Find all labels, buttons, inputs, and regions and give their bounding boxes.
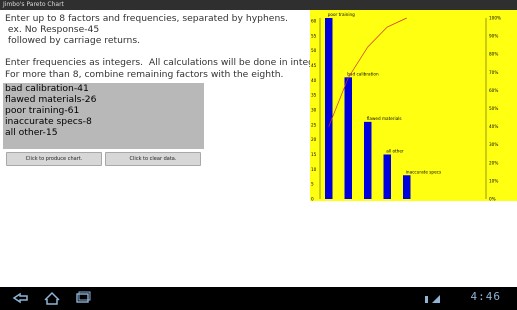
app-content: Enter up to 8 factors and frequencies, s… — [0, 10, 517, 287]
instruction-line: Enter up to 8 factors and frequencies, s… — [5, 13, 288, 24]
right-tick-label: 100% — [489, 16, 501, 21]
instruction-line: Enter frequencies as integers. All calcu… — [5, 57, 332, 68]
left-tick-label: 45 — [311, 63, 317, 68]
left-tick-label: 15 — [311, 152, 317, 157]
instruction-line: For more than 8, combine remaining facto… — [5, 69, 284, 80]
left-tick-label: 40 — [311, 78, 317, 83]
instruction-line: followed by carriage returns. — [5, 35, 141, 46]
window-titlebar: Jimbo's Pareto Chart — [0, 0, 517, 10]
right-tick-label: 70% — [489, 70, 498, 75]
instruction-line: ex. No Response-45 — [5, 24, 100, 35]
bar-label: flawed materials — [367, 116, 402, 121]
bar-label: poor training — [328, 12, 355, 17]
right-tick-label: 10% — [489, 178, 498, 183]
battery-icon — [425, 296, 428, 303]
pareto-bar — [325, 18, 333, 199]
right-tick-label: 30% — [489, 142, 498, 147]
pareto-chart: 60 55 50 45 40 35 30 25 20 15 10 5 0 100% 90% 80% 70% 60%… — [310, 10, 517, 201]
left-tick-label: 5 — [311, 182, 314, 187]
back-icon[interactable] — [10, 287, 30, 310]
right-tick-label: 0% — [489, 197, 496, 202]
recent-apps-icon[interactable] — [73, 287, 93, 310]
produce-chart-button[interactable]: Click to produce chart. — [6, 152, 102, 166]
window-title: Jimbo's Pareto Chart — [3, 1, 64, 8]
entry-line: all other-15 — [5, 127, 58, 138]
system-navigation-bar: 4:46 — [0, 287, 517, 310]
right-tick-label: 20% — [489, 160, 498, 165]
pareto-bar — [364, 121, 372, 199]
pareto-bar — [344, 77, 352, 199]
left-tick-label: 20 — [311, 137, 317, 142]
left-tick-label: 30 — [311, 107, 317, 112]
right-tick-label: 40% — [489, 124, 498, 129]
left-tick-label: 60 — [311, 18, 317, 23]
factor-entry-textarea[interactable]: bad calibration-41 flawed materials-26 p… — [3, 83, 204, 149]
pareto-bar — [403, 175, 411, 199]
signal-icon — [432, 295, 440, 303]
clear-data-button[interactable]: Click to clear data. — [105, 152, 201, 166]
right-tick-label: 90% — [489, 34, 498, 39]
left-tick-label: 25 — [311, 122, 317, 127]
left-tick-label: 35 — [311, 93, 317, 98]
pareto-bar — [383, 154, 391, 199]
status-clock: 4:46 — [470, 290, 501, 303]
home-icon[interactable] — [42, 287, 62, 310]
left-tick-label: 10 — [311, 167, 317, 172]
left-tick-label: 55 — [311, 33, 317, 38]
bar-label: inaccurate specs — [406, 169, 441, 174]
pareto-chart-svg: 605550454035302520151050100%90%80%70%60%… — [311, 12, 501, 202]
left-tick-label: 0 — [311, 197, 314, 202]
status-icons — [425, 295, 440, 303]
right-tick-label: 50% — [489, 106, 498, 111]
right-tick-label: 60% — [489, 88, 498, 93]
right-tick-label: 80% — [489, 52, 498, 57]
left-tick-label: 50 — [311, 48, 317, 53]
bar-label: all other — [386, 148, 404, 153]
